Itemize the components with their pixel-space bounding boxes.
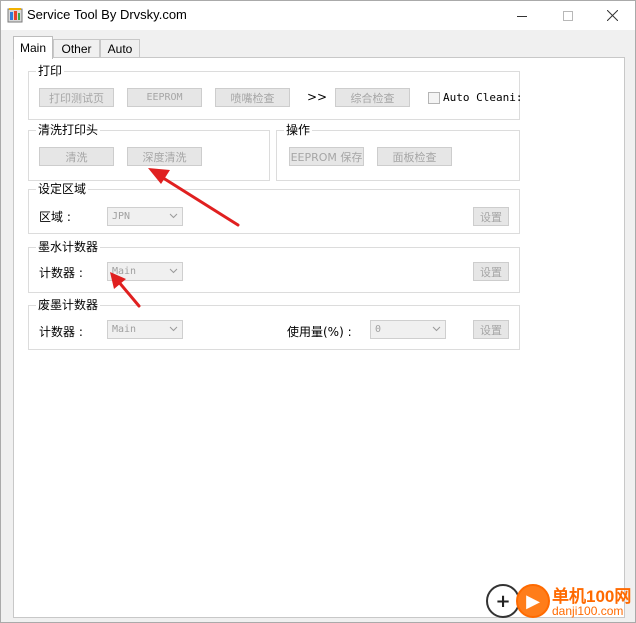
- minimize-button[interactable]: [499, 1, 545, 30]
- tab-auto[interactable]: Auto: [100, 39, 140, 58]
- waste-counter-label: 计数器 :: [39, 325, 83, 339]
- region-set-button[interactable]: 设置: [473, 207, 509, 226]
- chevron-down-icon: [169, 213, 178, 219]
- app-window: Service Tool By Drvsky.com Main Other Au…: [0, 0, 636, 623]
- combined-check-button[interactable]: 综合检查: [335, 88, 410, 107]
- auto-clean-checkbox[interactable]: [428, 92, 440, 104]
- eeprom-save-button[interactable]: EEPROM 保存: [289, 147, 364, 166]
- region-group: 设定区域 区域 : JPN 设置: [28, 181, 520, 234]
- close-button[interactable]: [589, 1, 635, 30]
- tab-other[interactable]: Other: [53, 39, 100, 58]
- print-group-title: 打印: [36, 63, 65, 79]
- ink-counter-label: 计数器 :: [39, 266, 83, 280]
- site-watermark: + ▶ 单机100网 danji100.com: [486, 578, 636, 623]
- panel-check-button[interactable]: 面板检查: [377, 147, 452, 166]
- deep-clean-button[interactable]: 深度清洗: [127, 147, 202, 166]
- eeprom-button[interactable]: EEPROM: [127, 88, 202, 107]
- clean-head-group: 清洗打印头 清洗 深度清洗: [28, 122, 270, 181]
- print-test-page-button[interactable]: 打印测试页: [39, 88, 114, 107]
- chevron-down-icon: [432, 326, 441, 332]
- close-icon: [606, 10, 618, 21]
- waste-counter-select-value: Main: [112, 324, 137, 335]
- region-select[interactable]: JPN: [107, 207, 183, 226]
- ink-counter-group: 墨水计数器 计数器 : Main 设置: [28, 239, 520, 293]
- app-icon: [7, 8, 23, 23]
- usage-percent-select-value: 0: [375, 324, 382, 335]
- waste-counter-select[interactable]: Main: [107, 320, 183, 339]
- tab-main[interactable]: Main: [13, 36, 53, 59]
- chevron-down-icon: [169, 268, 178, 274]
- usage-percent-label: 使用量(%) :: [287, 325, 352, 339]
- ink-counter-set-button[interactable]: 设置: [473, 262, 509, 281]
- maximize-icon: [563, 10, 573, 21]
- usage-percent-select[interactable]: 0: [370, 320, 446, 339]
- title-bar: Service Tool By Drvsky.com: [1, 1, 635, 30]
- operation-group: 操作 EEPROM 保存 面板检查: [276, 122, 520, 181]
- waste-ink-counter-group-title: 废墨计数器: [36, 297, 101, 313]
- waste-ink-counter-group: 废墨计数器 计数器 : Main 使用量(%) : 0 设置: [28, 297, 520, 350]
- nozzle-check-button[interactable]: 喷嘴检查: [215, 88, 290, 107]
- auto-clean-label: Auto Cleani:: [443, 91, 523, 104]
- operation-group-title: 操作: [284, 122, 313, 138]
- chevron-down-icon: [169, 326, 178, 332]
- main-tab-panel: 打印 打印测试页 EEPROM 喷嘴检查 >> 综合检查 Auto Cleani…: [13, 57, 625, 618]
- clean-button[interactable]: 清洗: [39, 147, 114, 166]
- window-title: Service Tool By Drvsky.com: [27, 7, 187, 22]
- print-group: 打印 打印测试页 EEPROM 喷嘴检查 >> 综合检查 Auto Cleani…: [28, 63, 523, 120]
- ink-counter-group-title: 墨水计数器: [36, 239, 101, 255]
- region-label: 区域 :: [39, 210, 71, 224]
- plus-icon: +: [486, 584, 520, 618]
- region-group-title: 设定区域: [36, 181, 89, 197]
- minimize-icon: [517, 15, 527, 17]
- ink-counter-select[interactable]: Main: [107, 262, 183, 281]
- separator-arrows: >>: [307, 90, 328, 104]
- watermark-url: danji100.com: [552, 604, 624, 618]
- region-select-value: JPN: [112, 211, 131, 222]
- clean-head-group-title: 清洗打印头: [36, 122, 101, 138]
- play-icon: ▶: [516, 584, 550, 618]
- maximize-button[interactable]: [545, 1, 591, 30]
- ink-counter-select-value: Main: [112, 266, 137, 277]
- waste-counter-set-button[interactable]: 设置: [473, 320, 509, 339]
